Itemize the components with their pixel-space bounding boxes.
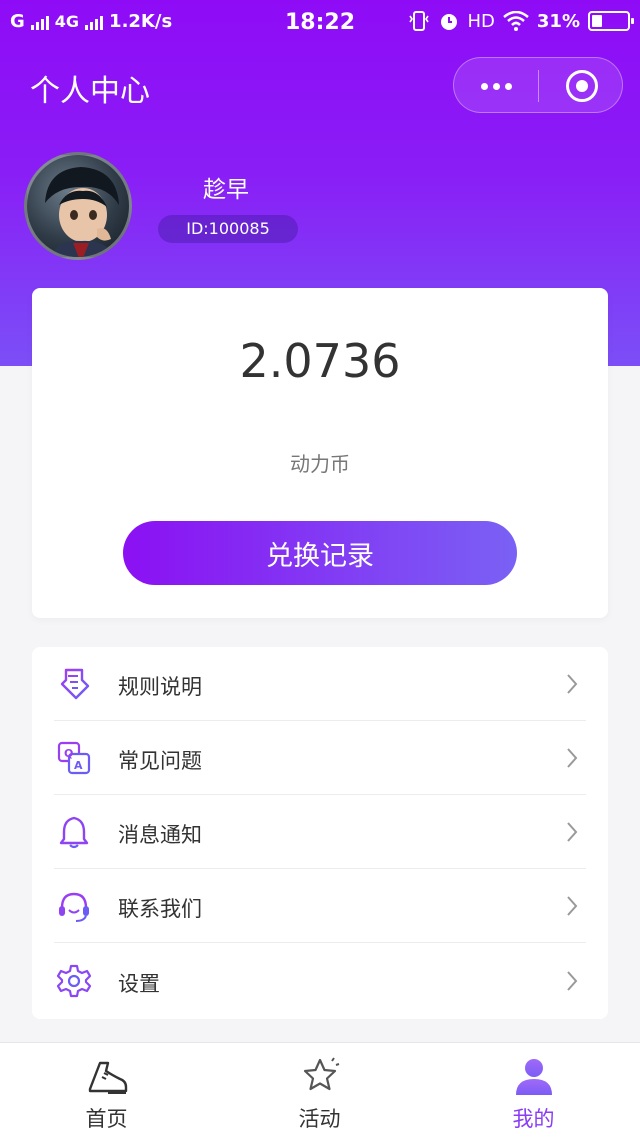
tab-label: 我的 (512, 1107, 555, 1131)
tab-label: 活动 (298, 1107, 341, 1131)
divider (54, 942, 586, 943)
menu-item-label: 常见问题 (118, 749, 202, 773)
vibrate-icon (408, 11, 429, 31)
bell-icon (59, 816, 89, 849)
gear-icon (56, 964, 92, 998)
chevron-right-icon (567, 748, 578, 768)
headset-icon (59, 892, 89, 922)
tab-activity[interactable]: 活动 (213, 1043, 426, 1138)
svg-text:Q: Q (64, 747, 73, 760)
menu-item-label: 联系我们 (118, 897, 202, 921)
user-name: 趁早 (203, 177, 249, 203)
avatar[interactable] (24, 152, 132, 260)
status-bar: G 4G 1.2K/s 18:22 HD 31% (0, 0, 640, 44)
chevron-right-icon (567, 896, 578, 916)
tab-home[interactable]: 首页 (0, 1043, 213, 1138)
document-icon (60, 668, 90, 700)
battery-icon (588, 11, 634, 31)
battery-percent: 31% (536, 10, 580, 32)
status-right: HD 31% (408, 10, 634, 32)
capsule-divider (538, 70, 539, 102)
menu-item-label: 设置 (118, 972, 160, 996)
shoe-icon (88, 1061, 128, 1094)
chevron-right-icon (567, 674, 578, 694)
balance-value: 2.0736 (239, 334, 401, 388)
hd-text: HD (467, 10, 495, 32)
balance-label: 动力币 (290, 452, 350, 476)
bottom-tab-bar: 首页 活动 我的 (0, 1042, 640, 1138)
mini-program-capsule (453, 57, 623, 113)
more-menu-icon[interactable] (454, 58, 538, 114)
close-miniprogram-icon[interactable] (566, 70, 598, 102)
chevron-right-icon (567, 822, 578, 842)
menu-item-notifications[interactable]: 消息通知 (32, 795, 608, 869)
menu-item-faq[interactable]: Q A 常见问题 (32, 721, 608, 795)
user-id-badge: ID:100085 (158, 215, 298, 243)
alarm-icon (440, 14, 457, 30)
qa-icon: Q A (57, 741, 91, 775)
menu-item-label: 消息通知 (118, 823, 202, 847)
menu-item-contact[interactable]: 联系我们 (32, 869, 608, 943)
wifi-icon (503, 11, 529, 31)
page-title: 个人中心 (30, 74, 150, 109)
chevron-right-icon (567, 971, 578, 991)
svg-text:A: A (74, 759, 83, 772)
menu-item-label: 规则说明 (118, 675, 202, 699)
exchange-record-button[interactable]: 兑换记录 (123, 521, 517, 585)
person-icon (516, 1059, 552, 1095)
star-icon (303, 1057, 340, 1091)
tab-mine[interactable]: 我的 (427, 1043, 640, 1138)
menu-list: 规则说明 Q A 常见问题 消息通知 联系我们 设置 (32, 647, 608, 1019)
menu-item-settings[interactable]: 设置 (32, 944, 608, 1018)
tab-label: 首页 (85, 1107, 128, 1131)
menu-item-rules[interactable]: 规则说明 (32, 647, 608, 721)
